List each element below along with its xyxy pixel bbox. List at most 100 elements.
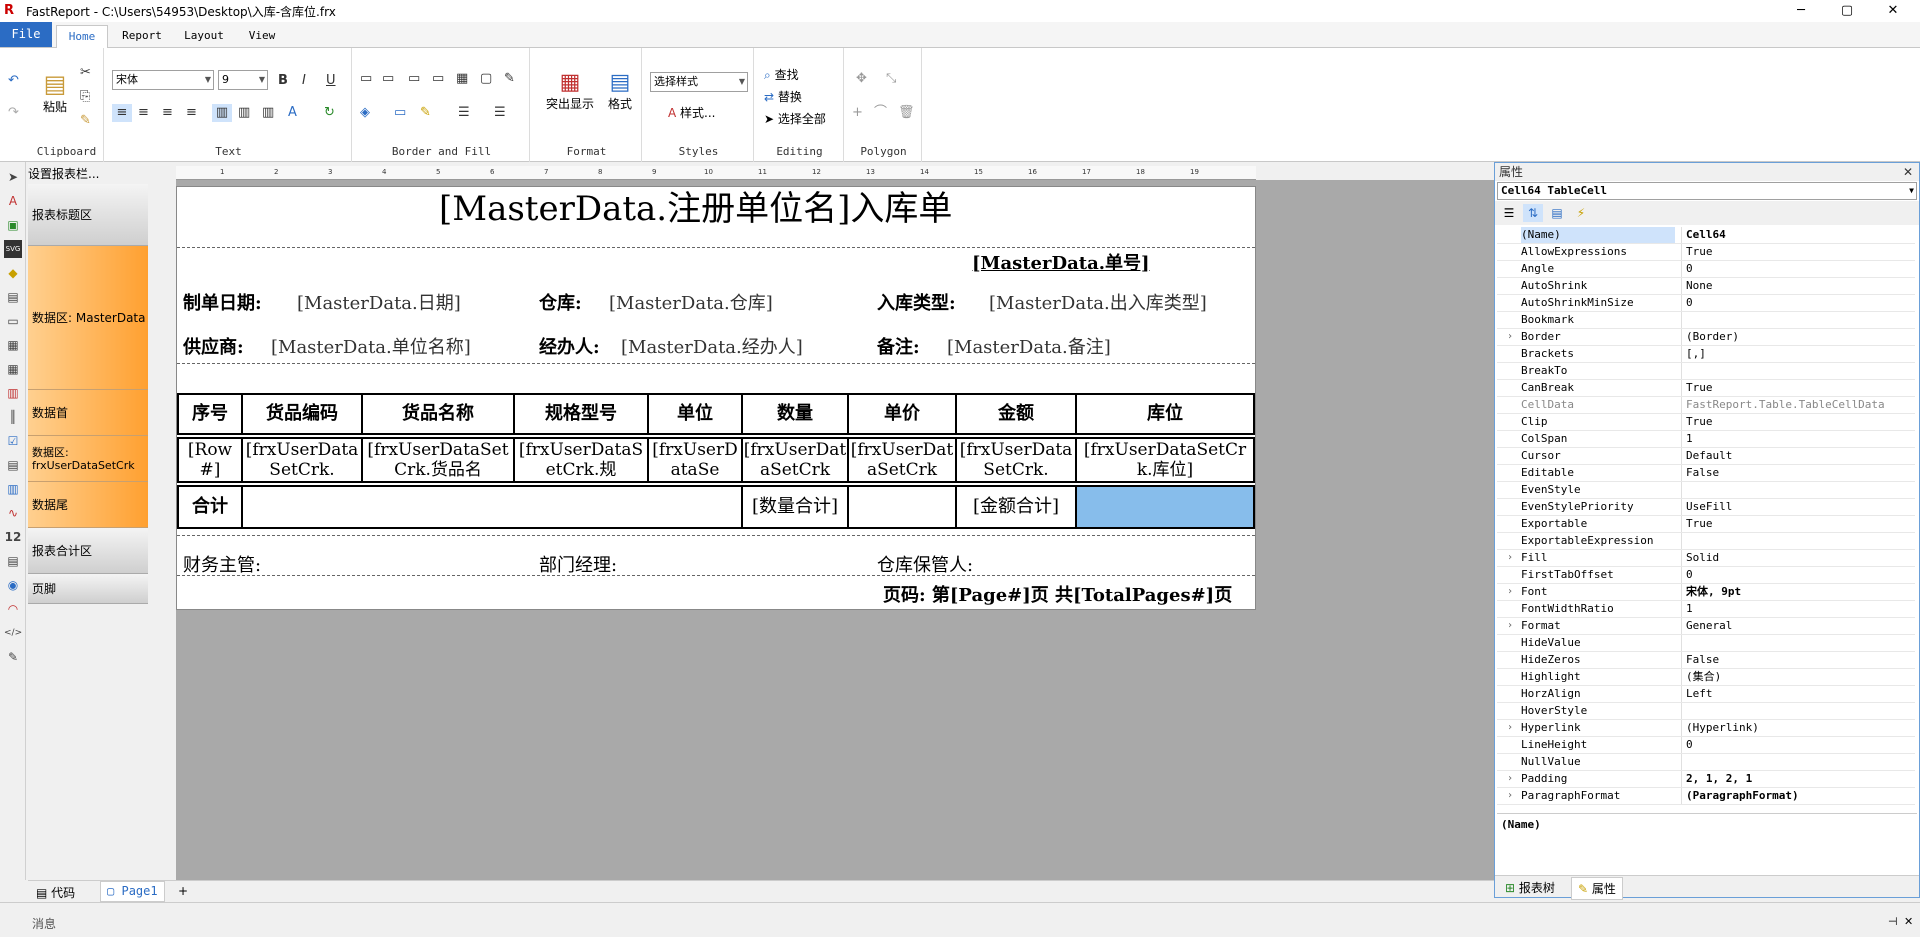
minimize-button[interactable]: ─ <box>1778 0 1824 22</box>
italic-icon[interactable]: I <box>302 72 306 90</box>
expand-icon[interactable]: › <box>1507 329 1513 345</box>
number-tool-icon[interactable]: 12 <box>4 528 22 546</box>
expand-icon[interactable]: › <box>1507 720 1513 736</box>
tab-layout[interactable]: Layout <box>176 25 232 47</box>
align-top-icon[interactable]: ▥ <box>212 104 232 122</box>
detail-cell[interactable]: [frxUserDataSetCrk <box>741 437 849 483</box>
property-value[interactable]: False <box>1681 652 1911 668</box>
border-all-icon[interactable]: ▦ <box>456 70 468 88</box>
property-value[interactable]: True <box>1681 244 1911 260</box>
sparkline-tool-icon[interactable]: ∿ <box>4 504 22 522</box>
property-row[interactable]: NullValue <box>1497 754 1915 771</box>
property-row[interactable]: Clip True <box>1497 414 1915 431</box>
note-label[interactable]: 备注: <box>877 333 920 359</box>
property-row[interactable]: ExportableExpression <box>1497 533 1915 550</box>
property-row[interactable]: Editable False <box>1497 465 1915 482</box>
redo-icon[interactable]: ↷ <box>8 104 19 122</box>
header-cell[interactable]: 规格型号 <box>513 393 649 435</box>
font-combo[interactable]: 宋体 ▼ <box>112 70 214 90</box>
bold-icon[interactable]: B <box>278 72 288 90</box>
paste-button[interactable]: ▤ 粘贴 <box>38 70 72 115</box>
expand-icon[interactable]: › <box>1507 584 1513 600</box>
properties-tab[interactable]: ✎ 属性 <box>1571 877 1623 900</box>
property-value[interactable] <box>1681 482 1911 498</box>
property-row[interactable]: HideValue <box>1497 635 1915 652</box>
svg-tool-icon[interactable]: SVG <box>4 240 22 258</box>
property-value[interactable]: False <box>1681 465 1911 481</box>
property-row[interactable]: › Border (Border) <box>1497 329 1915 346</box>
detail-cell[interactable]: [frxUserDataSetCrk <box>847 437 957 483</box>
detail-cell[interactable]: [frxUserDataSetCrk. <box>955 437 1077 483</box>
add-point-icon[interactable]: + <box>852 104 863 122</box>
stock-in-type-field[interactable]: [MasterData.出入库类型] <box>989 289 1207 315</box>
checkbox-tool-icon[interactable]: ☑ <box>4 432 22 450</box>
maximize-button[interactable]: ▢ <box>1824 0 1870 22</box>
property-row[interactable]: Bookmark <box>1497 312 1915 329</box>
property-pages-icon[interactable]: ▤ <box>1547 204 1567 222</box>
property-row[interactable]: Exportable True <box>1497 516 1915 533</box>
expand-icon[interactable]: › <box>1507 771 1513 787</box>
tab-home[interactable]: Home <box>56 25 108 49</box>
pointer-tool-icon[interactable]: ➤ <box>4 168 22 186</box>
property-row[interactable]: › Font 宋体, 9pt <box>1497 584 1915 601</box>
property-value[interactable]: True <box>1681 380 1911 396</box>
gauge-tool-icon[interactable]: ◠ <box>4 600 22 618</box>
rectangle-tool-icon[interactable]: ▭ <box>4 312 22 330</box>
band-page-footer[interactable]: 页脚 <box>28 574 148 604</box>
property-value[interactable]: 1 <box>1681 431 1911 447</box>
band-master-data[interactable]: 数据区: MasterData <box>28 246 148 390</box>
property-value[interactable]: Default <box>1681 448 1911 464</box>
border-top-icon[interactable]: ▭ <box>360 70 372 88</box>
align-right-icon[interactable]: ≡ <box>162 104 173 122</box>
note-field[interactable]: [MasterData.备注] <box>947 333 1111 359</box>
expand-icon[interactable]: › <box>1507 550 1513 566</box>
align-bottom-icon[interactable]: ▥ <box>262 104 274 122</box>
property-row[interactable]: Highlight (集合) <box>1497 669 1915 686</box>
total-label-cell[interactable]: 合计 <box>177 485 243 529</box>
shape-tool-icon[interactable]: ◆ <box>4 264 22 282</box>
richtext-tool-icon[interactable]: ▤ <box>4 456 22 474</box>
property-value[interactable] <box>1681 754 1911 770</box>
footer-table[interactable]: 合计 [数量合计] [金额合计] <box>177 485 1255 529</box>
property-row[interactable]: HorzAlign Left <box>1497 686 1915 703</box>
warehouse-keeper-label[interactable]: 仓库保管人: <box>877 551 973 577</box>
property-row[interactable]: EvenStyle <box>1497 482 1915 499</box>
header-cell[interactable]: 数量 <box>741 393 849 435</box>
border-bottom-icon[interactable]: ▭ <box>382 70 394 88</box>
align-left-icon[interactable]: ≡ <box>112 104 132 122</box>
property-value[interactable]: 宋体, 9pt <box>1681 584 1911 600</box>
close-icon[interactable]: ✕ <box>1903 163 1913 181</box>
band-detail-data[interactable]: 数据区: frxUserDataSetCrk <box>28 436 148 482</box>
property-value[interactable] <box>1681 703 1911 719</box>
cut-icon[interactable]: ✂ <box>80 64 91 82</box>
property-row[interactable]: FirstTabOffset 0 <box>1497 567 1915 584</box>
band-report-title[interactable]: 报表标题区 <box>28 184 148 246</box>
property-row[interactable]: FontWidthRatio 1 <box>1497 601 1915 618</box>
picture-tool-icon[interactable]: ▣ <box>4 216 22 234</box>
events-icon[interactable]: ⚡ <box>1571 204 1591 222</box>
underline-icon[interactable]: U <box>326 72 336 90</box>
property-row[interactable]: CellData FastReport.Table.TableCellData <box>1497 397 1915 414</box>
border-none-icon[interactable]: ▢ <box>480 70 492 88</box>
detail-cell[interactable]: [Row#] <box>177 437 243 483</box>
property-value[interactable]: True <box>1681 414 1911 430</box>
warehouse-label[interactable]: 仓库: <box>539 289 582 315</box>
report-title[interactable]: [MasterData.注册单位名]入库单 <box>439 189 952 229</box>
property-row[interactable]: EvenStylePriority UseFill <box>1497 499 1915 516</box>
property-row[interactable]: Angle 0 <box>1497 261 1915 278</box>
bar-chart-tool-icon[interactable]: ▥ <box>4 480 22 498</box>
header-cell[interactable]: 金额 <box>955 393 1077 435</box>
property-value[interactable] <box>1681 363 1911 379</box>
categorized-icon[interactable]: ☰ <box>1499 204 1519 222</box>
property-value[interactable]: 0 <box>1681 295 1911 311</box>
property-value[interactable]: Cell64 <box>1681 227 1911 243</box>
code-tab[interactable]: ▤ 代码 <box>36 884 75 901</box>
property-value[interactable]: True <box>1681 516 1911 532</box>
property-value[interactable]: FastReport.Table.TableCellData <box>1681 397 1911 413</box>
empty-cell[interactable] <box>847 485 957 529</box>
property-row[interactable]: (Name) Cell64 <box>1497 227 1915 244</box>
detail-cell[interactable]: [frxUserDataSetCrk.货品名 <box>361 437 515 483</box>
dept-manager-label[interactable]: 部门经理: <box>539 551 617 577</box>
expand-icon[interactable]: › <box>1507 788 1513 804</box>
justify-icon[interactable]: ≡ <box>186 104 197 122</box>
